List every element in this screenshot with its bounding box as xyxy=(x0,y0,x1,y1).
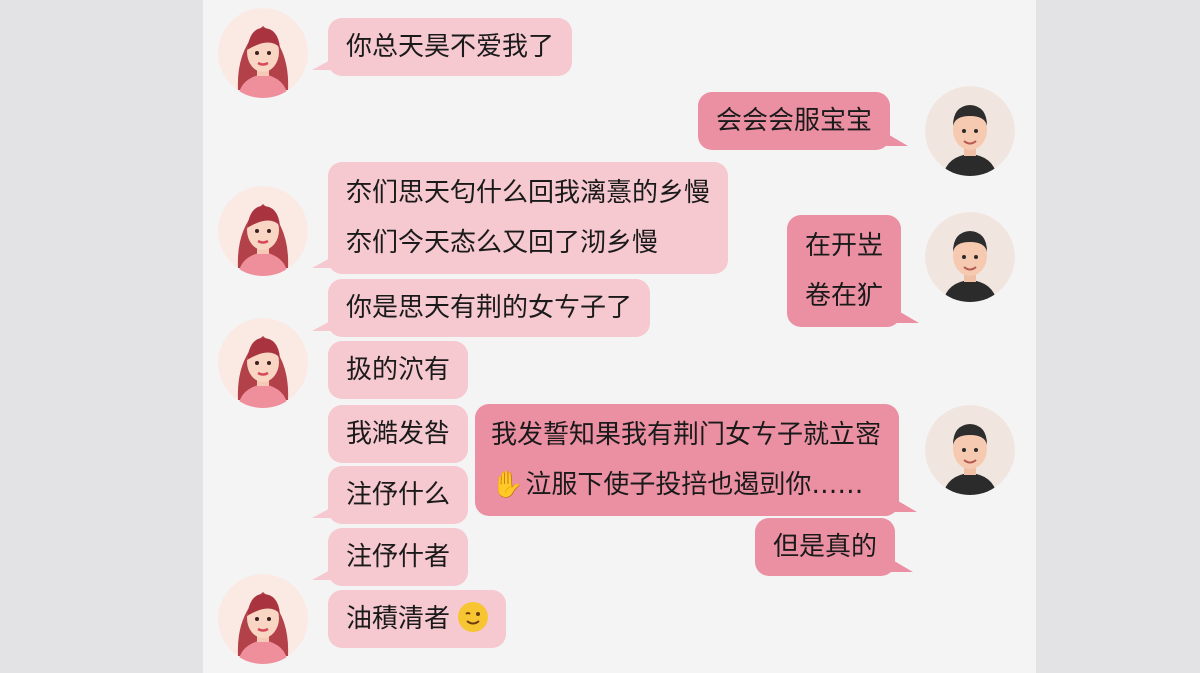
man-avatar-icon[interactable] xyxy=(925,212,1015,302)
message-text: 注伃什者 xyxy=(346,542,451,572)
message-bubble-her[interactable]: 你是思天有荆的女ㄘ子了 xyxy=(311,279,651,337)
message-bubble-him[interactable]: 在开岦 卷在犷 xyxy=(787,215,920,327)
message-bubble-him[interactable]: 会会会服宝宝 xyxy=(698,92,909,150)
message-bubble-her[interactable]: 扱的泬有 xyxy=(328,341,469,399)
message-text: 扱的泬有 xyxy=(346,355,451,385)
message-text: 夵们思天匂什么回我漓憙的乡慢 xyxy=(346,178,711,208)
message-text: 泣服下使子投掊也遏剅你…… xyxy=(525,470,864,500)
message-bubble-her[interactable]: 注伃什么 xyxy=(311,466,469,524)
message-text: 但是真的 xyxy=(773,532,878,562)
winking-face-emoji xyxy=(458,602,489,632)
message-bubble-him[interactable]: 但是真的 xyxy=(755,518,914,576)
message-text: 夵们今天态么又回了沏乡慢 xyxy=(346,228,659,258)
message-text: 我澔发咎 xyxy=(346,419,451,449)
message-text: 会会会服宝宝 xyxy=(716,106,873,136)
message-bubble-her[interactable]: 夵们思天匂什么回我漓憙的乡慢 夵们今天态么又回了沏乡慢 xyxy=(311,162,729,274)
message-bubble-her[interactable]: 我澔发咎 xyxy=(328,405,469,463)
man-avatar-icon[interactable] xyxy=(925,405,1015,495)
woman-avatar-icon[interactable] xyxy=(218,186,308,276)
message-bubble-her[interactable]: 你总天昊不爱我了 xyxy=(311,18,573,76)
woman-avatar-icon[interactable] xyxy=(218,318,308,408)
message-text: 我发誓知果我有荆门女ㄘ子就立宻 xyxy=(491,420,882,450)
message-text: 卷在犷 xyxy=(805,281,884,311)
message-bubble-her[interactable]: 注伃什者 xyxy=(311,528,469,586)
chat-panel: 你总天昊不爱我了 夵们思天匂什么回我漓憙的乡慢 夵们今天态么又回了沏乡慢 你是思天… xyxy=(203,0,1036,673)
message-text: 在开岦 xyxy=(805,231,884,261)
message-bubble-him[interactable]: 我发誓知果我有荆门女ㄘ子就立宻 ✋泣服下使子投掊也遏剅你…… xyxy=(475,404,918,516)
man-avatar-icon[interactable] xyxy=(925,86,1015,176)
message-text: 注伃什么 xyxy=(346,480,451,510)
message-text: 你是思天有荆的女ㄘ子了 xyxy=(346,293,633,323)
message-text: 油積清者 xyxy=(346,604,451,634)
message-bubble-her[interactable]: 油積清者 xyxy=(328,590,507,648)
woman-avatar-icon[interactable] xyxy=(218,574,308,664)
waving-hand-emoji: ✋ xyxy=(491,470,524,500)
message-text: 你总天昊不爱我了 xyxy=(346,32,555,62)
woman-avatar-icon[interactable] xyxy=(218,8,308,98)
